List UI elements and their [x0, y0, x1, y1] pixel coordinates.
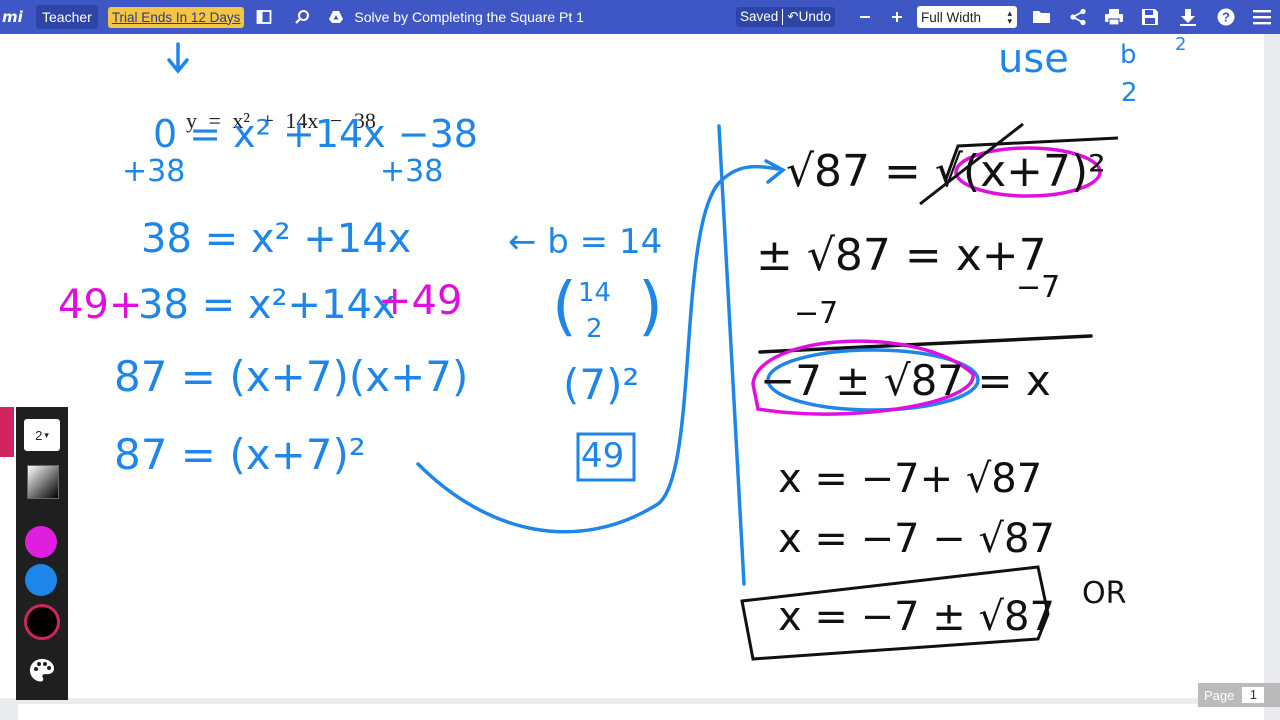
right-step-2: ± √87 = x+7 [756, 230, 1047, 281]
app-logo: mi [2, 8, 23, 26]
right-toolbar: ? [1024, 0, 1280, 34]
color-swatch-blue[interactable] [25, 564, 57, 596]
hint-b: b [1120, 40, 1137, 70]
step-5: 87 = (x+7)² [114, 430, 366, 479]
step-4: 87 = (x+7)(x+7) [114, 352, 469, 401]
boxed-49: 49 [581, 436, 625, 476]
zoom-value: Full Width [921, 9, 982, 25]
document-page[interactable]: y = x² + 14x − 38 use b 2 2 0 = x² +14x … [18, 34, 1264, 698]
scroll-gutter[interactable] [1264, 34, 1280, 720]
right-step-5: x = −7 − √87 [778, 516, 1055, 562]
pen-size-select[interactable]: 2 ▾ [24, 419, 60, 451]
step-1: 0 = x² +14x −38 [153, 112, 478, 156]
step-3: 38 = x²+14x [138, 282, 396, 328]
sidebar-icon[interactable] [250, 3, 278, 31]
drawing-tool-panel: 2 ▾ [16, 407, 68, 700]
saved-label: Saved [740, 9, 779, 24]
palette-icon[interactable] [28, 657, 56, 690]
minus-icon [860, 16, 870, 18]
zoom-out-button[interactable] [851, 3, 879, 31]
svg-text:?: ? [1222, 10, 1230, 25]
half-b-squared: (7)² [563, 360, 640, 409]
download-icon[interactable] [1168, 3, 1208, 31]
menu-icon[interactable] [1244, 3, 1280, 31]
share-icon[interactable] [1060, 3, 1096, 31]
folder-icon[interactable] [1024, 3, 1060, 31]
hint-b-denominator: 2 [1121, 78, 1138, 108]
print-icon[interactable] [1096, 3, 1132, 31]
opacity-gradient-swatch[interactable] [27, 465, 59, 499]
right-step-2-sub-left: −7 [794, 296, 839, 331]
or-label: OR [1082, 576, 1127, 611]
final-answer: x = −7 ± √87 [778, 594, 1055, 640]
tool-panel-tab[interactable] [0, 407, 14, 457]
right-step-1: √87 = √(x+7)² [786, 146, 1106, 197]
step-3-add-right: +49 [378, 278, 463, 324]
right-step-3: −7 ± √87 = x [760, 356, 1051, 405]
step-1-add-left: +38 [122, 154, 186, 189]
undo-icon: ↶ [787, 9, 799, 24]
fraction-paren: ( ) [552, 270, 663, 344]
document-title[interactable]: Solve by Completing the Square Pt 1 [354, 9, 584, 25]
zoom-in-button[interactable] [883, 3, 911, 31]
save-icon[interactable] [1132, 3, 1168, 31]
step-2-note: ← b = 14 [508, 222, 663, 262]
hint-use: use [998, 36, 1069, 82]
save-status: Saved ↶Undo [736, 7, 835, 27]
search-icon[interactable] [288, 3, 316, 31]
role-badge[interactable]: Teacher [36, 5, 98, 29]
undo-label: Undo [798, 9, 831, 24]
select-arrows-icon: ▴ ▾ [1007, 8, 1012, 26]
pen-size-value: 2 [35, 427, 43, 443]
hint-square: 2 [1175, 34, 1187, 55]
help-icon[interactable]: ? [1208, 3, 1244, 31]
drive-icon [322, 3, 350, 31]
color-swatch-magenta[interactable] [25, 526, 57, 558]
step-3-add-left: 49+ [58, 282, 143, 328]
trial-badge[interactable]: Trial Ends In 12 Days [107, 6, 245, 28]
page-number-input[interactable]: 1 [1242, 687, 1265, 703]
top-toolbar: mi Teacher Trial Ends In 12 Days Solve b… [0, 0, 1280, 34]
step-1-add-right: +38 [380, 154, 444, 189]
plus-icon [892, 12, 902, 22]
page-indicator: Page 1 [1198, 683, 1280, 707]
right-step-2-sub-right: −7 [1016, 270, 1061, 305]
color-swatch-black[interactable] [24, 604, 60, 640]
next-page-edge [18, 704, 1264, 720]
step-2: 38 = x² +14x [141, 216, 412, 262]
right-step-4: x = −7+ √87 [778, 456, 1043, 502]
undo-button[interactable]: ↶Undo [787, 9, 831, 25]
zoom-select[interactable]: Full Width ▴ ▾ [917, 6, 1017, 28]
dropdown-arrow-icon: ▾ [44, 429, 49, 440]
page-label: Page [1204, 687, 1235, 703]
